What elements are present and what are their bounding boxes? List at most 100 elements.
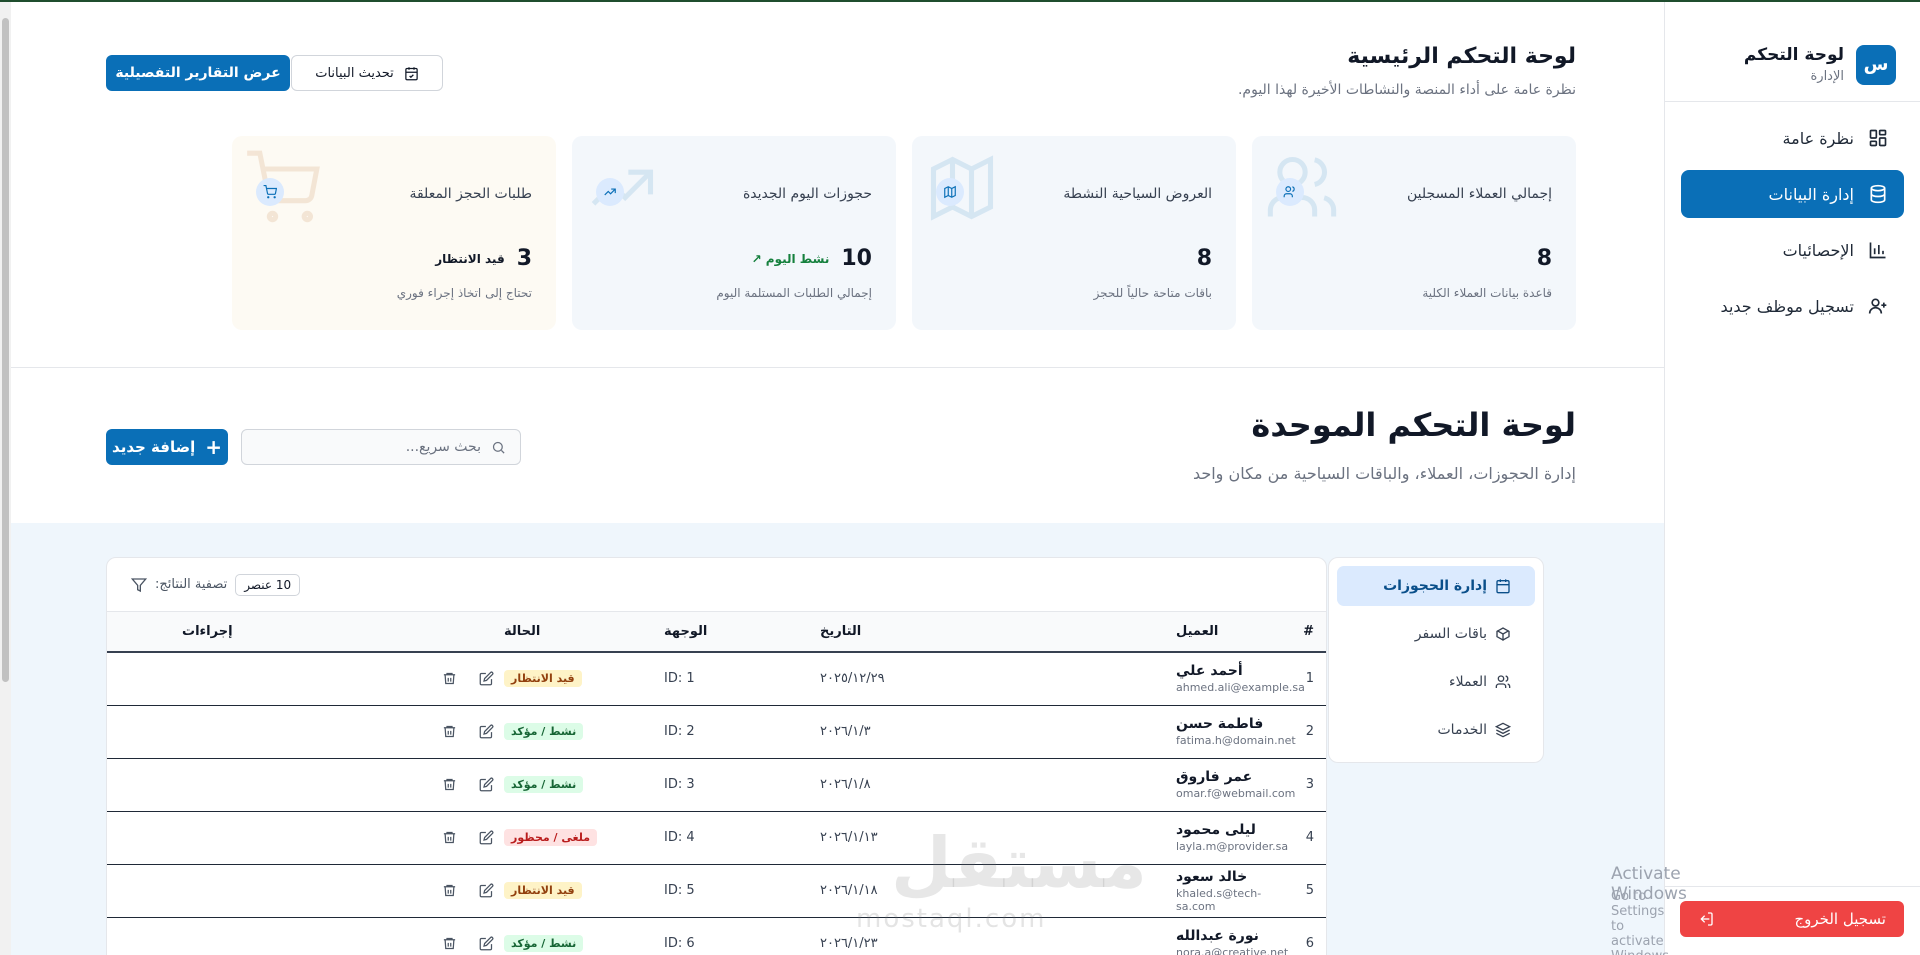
scrollbar-thumb[interactable] [2,18,9,682]
stat-card-new-bookings: حجوزات اليوم الجديدة 10 نشط اليوم ↗ إجمال… [572,136,896,330]
table-row: 1 أحمد علي ahmed.ali@example.sa ٢٠٢٥/١٢/… [107,652,1326,706]
refresh-data-label: تحديث البيانات [315,65,394,81]
tab-travel-packages[interactable]: باقات السفر [1337,614,1535,654]
watermark-arabic: مستقل [891,822,1148,904]
edit-icon[interactable] [479,724,494,739]
tab-label: باقات السفر [1414,626,1487,642]
client-cell: أحمد علي ahmed.ali@example.sa [940,652,1305,706]
table-row: 6 نورة عبدالله nora.a@creative.net ٢٠٢٦/… [107,917,1326,955]
sidebar-item-data-management[interactable]: إدارة البيانات [1681,170,1904,218]
column-header-actions: إجراءات [107,612,494,653]
refresh-data-button[interactable]: تحديث البيانات [291,55,443,91]
client-email: layla.m@provider.sa [1176,840,1289,853]
trash-icon[interactable] [442,671,457,686]
client-name: خالد سعود [1176,868,1248,885]
brand: س لوحة التحكم الإدارة [1665,2,1920,102]
sidebar-item-register-employee[interactable]: تسجيل موظف جديد [1681,282,1904,330]
stat-card-note: تحتاج إلى اتخاذ إجراء فوري [396,286,532,300]
view-reports-button[interactable]: عرض التقارير التفصيلية [106,55,290,91]
booking-date: ٢٠٢٦/١/٣ [820,724,871,739]
filter-icon[interactable] [131,577,147,593]
stat-card-value: 10 نشط اليوم ↗ [752,246,872,271]
edit-icon[interactable] [479,671,494,686]
sidebar-nav: نظرة عامة إدارة البيانات الإحصائيات تسجي… [1665,102,1920,350]
tab-services[interactable]: الخدمات [1337,710,1535,750]
status-badge: قيد الانتظار [504,670,582,688]
database-icon [1870,184,1886,204]
column-header-number: # [1296,612,1326,653]
column-header-status: الحالة [494,612,624,653]
destination-id: ID: 5 [664,883,695,898]
section-tabs: إدارة الحجوزات باقات السفر العملاء الخدم… [1328,557,1544,763]
search-icon [492,441,505,454]
edit-icon[interactable] [479,883,494,898]
booking-date: ٢٠٢٦/١/٢٣ [820,936,878,951]
logout-button[interactable]: تسجيل الخروج [1680,901,1904,937]
trash-icon[interactable] [442,830,457,845]
unified-dashboard-title: لوحة التحكم الموحدة [1251,406,1576,444]
edit-icon[interactable] [479,830,494,845]
actions-cell [107,758,494,812]
trash-icon[interactable] [442,883,457,898]
destination-cell: ID: 5 [624,864,754,918]
destination-cell: ID: 1 [624,652,754,706]
actions-cell [107,811,494,865]
destination-cell: ID: 3 [624,758,754,812]
actions-cell [107,864,494,918]
stat-card-label: طلبات الحجز المعلقة [409,186,532,202]
edit-icon[interactable] [479,777,494,792]
page-title: لوحة التحكم الرئيسية [1347,44,1576,69]
table-row: 3 عمر فاروق omar.f@webmail.com ٢٠٢٦/١/٨ … [107,758,1326,812]
page-subtitle: نظرة عامة على أداء المنصة والنشاطات الأخ… [1237,82,1576,98]
column-header-destination-label: الوجهة [664,624,708,639]
overview-section: لوحة التحكم الرئيسية نظرة عامة على أداء … [11,2,1664,368]
trash-icon[interactable] [442,724,457,739]
destination-id: ID: 2 [664,724,695,739]
tab-label: الخدمات [1437,722,1488,738]
plus-icon: + [205,435,222,459]
filter-label: تصفية النتائج: [155,577,228,592]
destination-cell: ID: 2 [624,705,754,759]
status-cell: ملغى / محظور [494,811,624,865]
cart-icon [256,178,284,206]
stat-card-value: 3 قيد الانتظار [435,246,532,271]
trash-icon[interactable] [442,777,457,792]
status-cell: قيد الانتظار [494,652,624,706]
stat-card-value: 8 [1537,246,1552,271]
trash-icon[interactable] [442,936,457,951]
map-icon [936,178,964,206]
edit-icon[interactable] [479,936,494,951]
tab-bookings[interactable]: إدارة الحجوزات [1337,566,1535,606]
tab-clients[interactable]: العملاء [1337,662,1535,702]
brand-subtitle: الإدارة [1810,69,1844,84]
unified-dashboard-subtitle: إدارة الحجوزات، العملاء، والباقات السياح… [1192,464,1576,483]
stat-value: 3 [516,246,532,271]
user-plus-icon [1868,298,1887,314]
client-name: عمر فاروق [1176,769,1253,785]
sidebar-item-statistics[interactable]: الإحصائيات [1681,226,1904,274]
trending-up-icon [596,178,624,206]
stat-card-label: العروض السياحية النشطة [1063,186,1212,202]
calendar-check-icon [405,66,418,80]
row-number: 4 [1296,811,1326,865]
search-input[interactable] [256,439,481,455]
stat-tag: قيد الانتظار [435,251,505,266]
tab-label: العملاء [1449,674,1487,690]
package-icon [1496,627,1510,641]
tab-label: إدارة الحجوزات [1383,578,1487,594]
stat-card-active-offers: العروض السياحية النشطة 8 باقات متاحة حال… [912,136,1236,330]
sidebar-item-label: نظرة عامة [1782,128,1854,148]
client-email: fatima.h@domain.net [1176,734,1296,747]
stat-card-note: باقات متاحة حالياً للحجز [1093,286,1212,300]
add-new-button[interactable]: + إضافة جديد [106,429,228,465]
column-header-actions-label: إجراءات [182,624,233,639]
date-cell: ٢٠٢٥/١٢/٢٩ [754,652,940,706]
actions-cell [107,917,494,955]
booking-date: ٢٠٢٦/١/٨ [820,777,871,792]
brand-logo: س [1856,44,1896,85]
page-scrollbar[interactable] [0,2,11,955]
table-row: 2 فاطمة حسن fatima.h@domain.net ٢٠٢٦/١/٣… [107,705,1326,759]
status-badge: قيد الانتظار [504,882,582,899]
sidebar-item-overview[interactable]: نظرة عامة [1681,114,1904,162]
windows-activation-subtitle: Go to Settings to activate Windows. [1611,889,1673,955]
